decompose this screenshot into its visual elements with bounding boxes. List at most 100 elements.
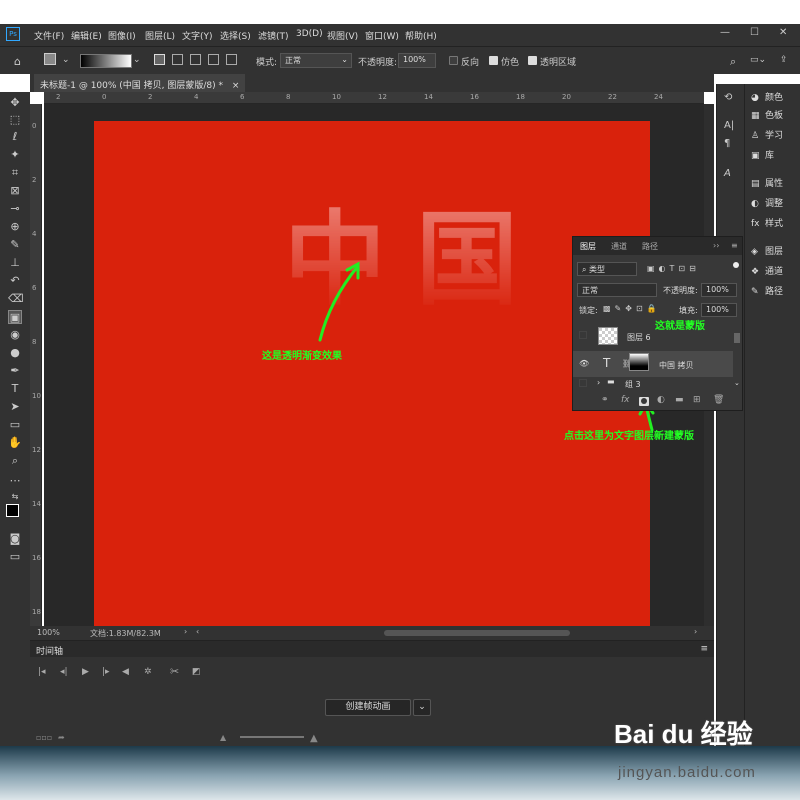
- dock-item-paths[interactable]: ✎ 路径: [751, 284, 783, 298]
- delete-layer-icon[interactable]: 🗑: [713, 395, 724, 405]
- tab-paths[interactable]: 路径: [642, 241, 658, 252]
- crop-tool-icon[interactable]: ⌗: [8, 166, 22, 180]
- paragraph-icon[interactable]: ¶: [724, 138, 730, 149]
- dither-checkbox[interactable]: [489, 56, 498, 65]
- reflected-gradient-icon[interactable]: [208, 54, 219, 65]
- dock-item-swatches[interactable]: ▦ 色板: [751, 108, 783, 122]
- glyphs-icon[interactable]: A: [724, 168, 731, 179]
- gradient-preview[interactable]: [80, 54, 132, 68]
- menu-filter[interactable]: 滤镜(T): [258, 29, 289, 42]
- history-icon[interactable]: ⟲: [724, 92, 732, 103]
- menu-view[interactable]: 视图(V): [327, 29, 358, 42]
- dock-item-styles[interactable]: fx 样式: [751, 216, 783, 230]
- dock-item-adjustments[interactable]: ◐ 调整: [751, 196, 783, 210]
- magic-wand-tool-icon[interactable]: ✦: [8, 148, 22, 162]
- zoom-level[interactable]: 100%: [37, 628, 60, 637]
- tab-channels[interactable]: 通道: [611, 241, 627, 252]
- chevron-down-icon[interactable]: ⌄: [62, 55, 70, 65]
- layer-filter-select[interactable]: ⌕ 类型: [577, 262, 637, 276]
- reverse-checkbox[interactable]: [449, 56, 458, 65]
- prev-frame-icon[interactable]: ◂|: [60, 667, 68, 677]
- timeline-type-dropdown[interactable]: ⌄: [413, 699, 431, 716]
- history-brush-tool-icon[interactable]: ↶: [8, 274, 22, 288]
- scissors-icon[interactable]: ✂: [170, 665, 179, 678]
- stamp-tool-icon[interactable]: ⊥: [8, 256, 22, 270]
- swap-colors-icon[interactable]: ⇆: [8, 490, 22, 504]
- new-group-icon[interactable]: ▬: [675, 395, 684, 405]
- menu-window[interactable]: 窗口(W): [365, 29, 399, 42]
- frame-tool-icon[interactable]: ⊠: [8, 184, 22, 198]
- screen-mode-icon[interactable]: ▭: [8, 550, 22, 564]
- gradient-tool-icon[interactable]: ▣: [8, 310, 22, 324]
- dock-item-learn[interactable]: ♙ 学习: [751, 128, 783, 142]
- zoom-slider[interactable]: [240, 736, 304, 738]
- blur-tool-icon[interactable]: ◉: [8, 328, 22, 342]
- transparency-checkbox[interactable]: [528, 56, 537, 65]
- blend-mode-select[interactable]: 正常 ⌄: [280, 53, 352, 68]
- type-tool-icon[interactable]: T: [8, 382, 22, 396]
- adjustment-layer-icon[interactable]: ◐: [657, 395, 665, 405]
- close-button[interactable]: ✕: [779, 27, 787, 38]
- scroll-right-icon[interactable]: ›: [694, 627, 697, 636]
- audio-icon[interactable]: ◀: [122, 667, 129, 677]
- move-tool-icon[interactable]: ✥: [8, 96, 22, 110]
- dodge-tool-icon[interactable]: ●: [8, 346, 22, 360]
- dock-item-color[interactable]: ◕ 颜色: [751, 90, 783, 104]
- menu-file[interactable]: 文件(F): [34, 29, 64, 42]
- brush-tool-icon[interactable]: ✎: [8, 238, 22, 252]
- layer-opacity-input[interactable]: 100%: [701, 283, 737, 297]
- lasso-tool-icon[interactable]: ℓ: [8, 130, 22, 144]
- tool-preset-icon[interactable]: [44, 53, 56, 65]
- pen-tool-icon[interactable]: ✒: [8, 364, 22, 378]
- eraser-tool-icon[interactable]: ⌫: [8, 292, 24, 306]
- eyedropper-tool-icon[interactable]: ⊸: [8, 202, 22, 216]
- visibility-toggle[interactable]: [579, 379, 587, 387]
- hand-tool-icon[interactable]: ✋: [8, 436, 22, 450]
- marquee-tool-icon[interactable]: ⬚: [8, 113, 22, 127]
- new-layer-icon[interactable]: ⊞: [693, 395, 701, 405]
- first-frame-icon[interactable]: |◂: [38, 667, 46, 677]
- tab-layers[interactable]: 图层: [580, 241, 596, 252]
- workspace-icon[interactable]: ▭⌄: [750, 55, 766, 65]
- more-tools-icon[interactable]: ⋯: [8, 474, 22, 488]
- eye-icon[interactable]: 👁: [579, 359, 589, 368]
- layer-row-selected[interactable]: 👁 T ⛓ 中国 拷贝: [573, 351, 733, 377]
- dock-item-layers[interactable]: ◈ 图层: [751, 244, 783, 258]
- tab-close-icon[interactable]: ×: [232, 81, 240, 91]
- quick-mask-icon[interactable]: ◙: [8, 532, 22, 546]
- lock-icons[interactable]: ▩✎✥⊡🔒: [603, 304, 661, 313]
- convert-icon[interactable]: ➦: [58, 733, 65, 742]
- filter-toggle[interactable]: [733, 262, 739, 268]
- minimize-button[interactable]: —: [720, 27, 730, 38]
- diamond-gradient-icon[interactable]: [226, 54, 237, 65]
- gradient-picker-chevron-icon[interactable]: ⌄: [133, 55, 141, 65]
- menu-image[interactable]: 图像(I): [108, 29, 136, 42]
- linear-gradient-icon[interactable]: [154, 54, 165, 65]
- horizontal-scrollbar-thumb[interactable]: [384, 630, 570, 636]
- dock-item-channels[interactable]: ❖ 通道: [751, 264, 783, 278]
- menu-help[interactable]: 帮助(H): [405, 29, 437, 42]
- link-layers-icon[interactable]: ⚭: [601, 395, 609, 405]
- zoom-out-icon[interactable]: ▲: [220, 733, 226, 742]
- document-tab[interactable]: 未标题-1 @ 100% (中国 拷贝, 图层蒙版/8) * ×: [34, 74, 246, 92]
- layer-row[interactable]: › ▬ 组 3: [573, 377, 733, 391]
- visibility-toggle[interactable]: [579, 331, 587, 339]
- panel-menu-icon[interactable]: ≡: [731, 241, 738, 250]
- status-arrow-icon[interactable]: ›: [184, 627, 187, 636]
- foreground-color-swatch[interactable]: [6, 504, 19, 517]
- next-frame-icon[interactable]: |▸: [102, 667, 110, 677]
- radial-gradient-icon[interactable]: [172, 54, 183, 65]
- layer-mask-thumbnail[interactable]: [629, 353, 649, 371]
- path-selection-tool-icon[interactable]: ➤: [8, 400, 22, 414]
- home-icon[interactable]: ⌂: [14, 55, 21, 68]
- transition-icon[interactable]: ◩: [192, 667, 201, 677]
- angle-gradient-icon[interactable]: [190, 54, 201, 65]
- dock-item-properties[interactable]: ▤ 属性: [751, 176, 783, 190]
- menu-3d[interactable]: 3D(D): [296, 29, 323, 39]
- opacity-input[interactable]: 100%: [398, 53, 436, 68]
- dock-item-library[interactable]: ▣ 库: [751, 148, 774, 162]
- healing-brush-tool-icon[interactable]: ⊕: [8, 220, 22, 234]
- frames-icon[interactable]: ▫▫▫: [36, 733, 52, 742]
- layer-blend-select[interactable]: 正常: [577, 283, 657, 297]
- collapse-icon[interactable]: ››: [713, 241, 719, 250]
